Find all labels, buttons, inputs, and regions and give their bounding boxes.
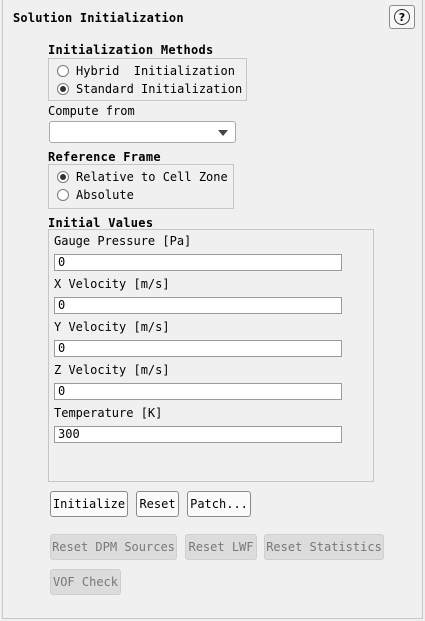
temperature-input[interactable]: 300 — [54, 426, 342, 443]
radio-unchecked-icon — [57, 65, 69, 77]
radio-unchecked-icon — [57, 189, 69, 201]
gauge-pressure-label: Gauge Pressure [Pa] — [54, 234, 192, 248]
initialize-button[interactable]: Initialize — [50, 491, 128, 517]
radio-standard-initialization[interactable]: Standard Initialization — [57, 82, 242, 96]
init-methods-group: Hybrid Initialization Standard Initializ… — [48, 58, 247, 101]
reset-dpm-sources-button[interactable]: Reset DPM Sources — [50, 534, 177, 560]
reference-frame-group: Relative to Cell Zone Absolute — [48, 164, 234, 209]
radio-label: Standard Initialization — [76, 82, 243, 96]
patch-button[interactable]: Patch... — [187, 491, 251, 517]
z-velocity-input[interactable]: 0 — [54, 383, 342, 400]
radio-hybrid-initialization[interactable]: Hybrid Initialization — [57, 64, 235, 78]
help-icon: ? — [394, 9, 410, 25]
reset-statistics-button[interactable]: Reset Statistics — [264, 534, 384, 560]
temperature-label: Temperature [K] — [54, 406, 163, 420]
vof-check-button[interactable]: VOF Check — [50, 569, 121, 595]
radio-absolute[interactable]: Absolute — [57, 188, 134, 202]
panel-title: Solution Initialization — [13, 11, 184, 25]
z-velocity-label: Z Velocity [m/s] — [54, 363, 170, 377]
chevron-down-icon — [218, 130, 228, 136]
y-velocity-input[interactable]: 0 — [54, 340, 342, 357]
reference-frame-label: Reference Frame — [48, 150, 161, 164]
compute-from-label: Compute from — [48, 104, 135, 118]
radio-label: Relative to Cell Zone — [76, 170, 228, 184]
initial-values-label: Initial Values — [48, 216, 154, 230]
radio-relative-to-cell-zone[interactable]: Relative to Cell Zone — [57, 170, 228, 184]
solution-initialization-panel: Solution Initialization ? Initialization… — [2, 0, 423, 619]
gauge-pressure-input[interactable]: 0 — [54, 254, 342, 271]
radio-label: Absolute — [76, 188, 134, 202]
radio-label: Hybrid Initialization — [76, 64, 235, 78]
reset-lwf-button[interactable]: Reset LWF — [185, 534, 257, 560]
x-velocity-label: X Velocity [m/s] — [54, 277, 170, 291]
radio-checked-icon — [57, 83, 69, 95]
y-velocity-label: Y Velocity [m/s] — [54, 320, 170, 334]
reset-button[interactable]: Reset — [136, 491, 179, 517]
help-button[interactable]: ? — [389, 5, 415, 29]
compute-from-dropdown[interactable] — [49, 121, 236, 143]
init-methods-label: Initialization Methods — [48, 43, 214, 57]
radio-checked-icon — [57, 171, 69, 183]
x-velocity-input[interactable]: 0 — [54, 297, 342, 314]
